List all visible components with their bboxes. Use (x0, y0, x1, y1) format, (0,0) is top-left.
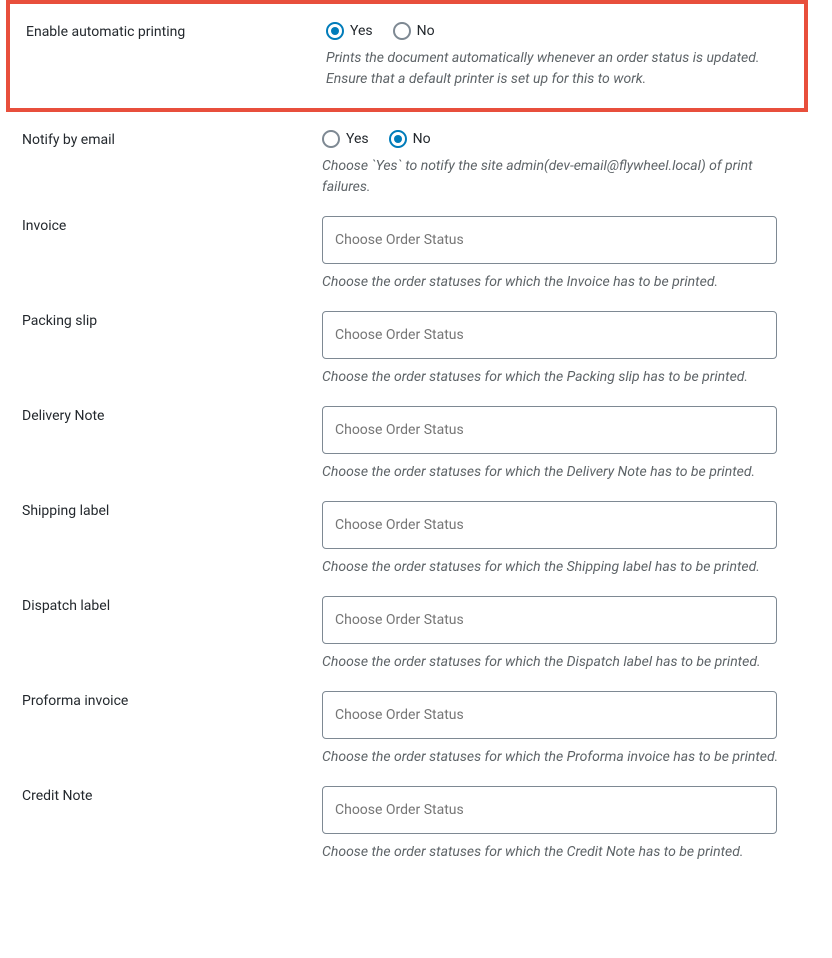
radio-label-no: No (417, 23, 435, 39)
notify-by-email-help: Choose `Yes` to notify the site admin(de… (322, 156, 792, 198)
packing-slip-select[interactable]: Choose Order Status (322, 311, 777, 359)
enable-automatic-printing-help: Prints the document automatically whenev… (326, 48, 794, 90)
select-placeholder: Choose Order Status (323, 802, 476, 818)
dispatch-label-select[interactable]: Choose Order Status (322, 596, 777, 644)
shipping-label-row: Shipping label Choose Order Status Choos… (2, 483, 812, 578)
select-placeholder: Choose Order Status (323, 232, 476, 248)
invoice-help: Choose the order statuses for which the … (322, 272, 792, 293)
shipping-label-label: Shipping label (22, 501, 322, 519)
radio-unchecked-icon (322, 130, 340, 148)
delivery-note-row: Delivery Note Choose Order Status Choose… (2, 388, 812, 483)
delivery-note-label: Delivery Note (22, 406, 322, 424)
dispatch-label-label: Dispatch label (22, 596, 322, 614)
select-placeholder: Choose Order Status (323, 422, 476, 438)
select-placeholder: Choose Order Status (323, 707, 476, 723)
shipping-label-help: Choose the order statuses for which the … (322, 557, 792, 578)
proforma-invoice-select[interactable]: Choose Order Status (322, 691, 777, 739)
credit-note-help: Choose the order statuses for which the … (322, 842, 792, 863)
proforma-invoice-label: Proforma invoice (22, 691, 322, 709)
radio-label-no: No (413, 131, 431, 147)
select-placeholder: Choose Order Status (323, 517, 476, 533)
enable-automatic-printing-row: Enable automatic printing Yes No Prints … (6, 0, 808, 112)
enable-automatic-printing-radio-group: Yes No (326, 22, 794, 40)
notify-by-email-row: Notify by email Yes No Choose `Yes` to n… (2, 112, 812, 198)
dispatch-label-help: Choose the order statuses for which the … (322, 652, 792, 673)
credit-note-row: Credit Note Choose Order Status Choose t… (2, 768, 812, 863)
credit-note-label: Credit Note (22, 786, 322, 804)
packing-slip-label: Packing slip (22, 311, 322, 329)
dispatch-label-row: Dispatch label Choose Order Status Choos… (2, 578, 812, 673)
invoice-row: Invoice Choose Order Status Choose the o… (2, 198, 812, 293)
invoice-label: Invoice (22, 216, 322, 234)
radio-label-yes: Yes (346, 131, 369, 147)
notify-by-email-yes[interactable]: Yes (322, 130, 369, 148)
notify-by-email-radio-group: Yes No (322, 130, 792, 148)
packing-slip-help: Choose the order statuses for which the … (322, 367, 792, 388)
radio-unchecked-icon (393, 22, 411, 40)
shipping-label-select[interactable]: Choose Order Status (322, 501, 777, 549)
radio-label-yes: Yes (350, 23, 373, 39)
enable-automatic-printing-no[interactable]: No (393, 22, 435, 40)
notify-by-email-no[interactable]: No (389, 130, 431, 148)
credit-note-select[interactable]: Choose Order Status (322, 786, 777, 834)
radio-checked-icon (389, 130, 407, 148)
enable-automatic-printing-yes[interactable]: Yes (326, 22, 373, 40)
select-placeholder: Choose Order Status (323, 612, 476, 628)
proforma-invoice-row: Proforma invoice Choose Order Status Cho… (2, 673, 812, 768)
enable-automatic-printing-label: Enable automatic printing (26, 22, 326, 40)
delivery-note-select[interactable]: Choose Order Status (322, 406, 777, 454)
proforma-invoice-help: Choose the order statuses for which the … (322, 747, 792, 768)
radio-checked-icon (326, 22, 344, 40)
notify-by-email-label: Notify by email (22, 130, 322, 148)
packing-slip-row: Packing slip Choose Order Status Choose … (2, 293, 812, 388)
invoice-select[interactable]: Choose Order Status (322, 216, 777, 264)
delivery-note-help: Choose the order statuses for which the … (322, 462, 792, 483)
select-placeholder: Choose Order Status (323, 327, 476, 343)
